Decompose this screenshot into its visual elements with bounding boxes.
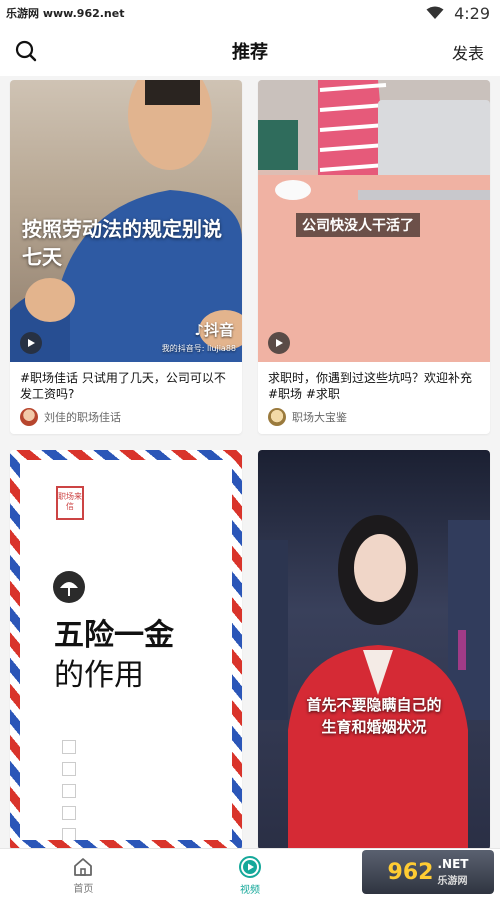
video-caption[interactable]: #职场佳话 只试用了几天，公司可以不发工资吗?	[10, 362, 242, 404]
page-title: 推荐	[232, 42, 268, 63]
video-thumbnail[interactable]: 职场来信 五险一金 的作用	[10, 450, 242, 848]
status-time: 4:29	[454, 3, 490, 23]
tab-label: 首页	[73, 883, 94, 895]
city-presenter-illustration	[258, 515, 490, 848]
avatar	[268, 408, 286, 426]
platform-id: 我的抖音号: liujia88	[161, 344, 236, 353]
video-thumbnail[interactable]: 公司快没人干活了	[258, 80, 490, 362]
top-bar: 推荐 发表	[0, 26, 500, 76]
home-icon	[74, 857, 93, 876]
platform-logo-label: 抖音	[203, 321, 234, 339]
search-icon[interactable]	[14, 39, 38, 63]
author-name: 职场大宝鉴	[292, 411, 347, 424]
avatar	[20, 408, 38, 426]
feed-grid: 按照劳动法的规定别说七天 ♪抖音 我的抖音号: liujia88 #职场佳话 只…	[0, 80, 500, 848]
stamp: 职场来信	[56, 486, 84, 520]
video-thumbnail[interactable]: 按照劳动法的规定别说七天 ♪抖音 我的抖音号: liujia88	[10, 80, 242, 362]
tab-label: 视频	[240, 884, 260, 896]
author-row[interactable]: 职场大宝鉴	[258, 404, 490, 434]
video-card[interactable]: 首先不要隐瞒自己的 生育和婚姻状况	[258, 450, 490, 848]
author-row[interactable]: 刘佳的职场佳话	[10, 404, 242, 434]
watermark-net: .NET	[437, 857, 469, 871]
wifi-icon	[426, 6, 444, 19]
tab-home[interactable]: 首页	[0, 849, 167, 901]
video-play-icon	[239, 855, 261, 878]
watermark-sub: 乐游网	[437, 876, 468, 887]
platform-logo: ♪抖音	[194, 319, 234, 340]
overlay-line-2: 生育和婚姻状况	[321, 718, 427, 736]
video-card[interactable]: 职场来信 五险一金 的作用	[10, 450, 242, 848]
publish-button[interactable]: 发表	[452, 40, 484, 64]
watermark-962: 962	[387, 859, 434, 885]
video-caption[interactable]: 求职时，你遇到过这些坑吗？欢迎补充#职场 #求职	[258, 362, 490, 404]
music-note-icon: ♪	[194, 321, 204, 339]
author-name: 刘佳的职场佳话	[44, 411, 121, 424]
video-thumbnail[interactable]: 首先不要隐瞒自己的 生育和婚姻状况	[258, 450, 490, 848]
status-bar: 乐游网 www.962.net 4:29	[0, 0, 500, 26]
video-overlay-text: 首先不要隐瞒自己的 生育和婚姻状况	[258, 694, 490, 738]
video-card[interactable]: 公司快没人干活了 求职时，你遇到过这些坑吗？欢迎补充#职场 #求职 职场大宝鉴	[258, 80, 490, 434]
headline-primary: 五险一金	[54, 618, 174, 653]
decor-boxes	[62, 740, 76, 840]
video-overlay-text: 公司快没人干活了	[296, 213, 420, 237]
stamp-text: 职场来信	[58, 492, 82, 511]
tab-video[interactable]: 视频	[167, 849, 334, 901]
play-icon[interactable]	[268, 332, 290, 354]
video-card[interactable]: 按照劳动法的规定别说七天 ♪抖音 我的抖音号: liujia88 #职场佳话 只…	[10, 80, 242, 434]
umbrella-icon	[53, 571, 85, 603]
video-overlay-text: 按照劳动法的规定别说七天	[22, 217, 222, 269]
status-right: 4:29	[426, 4, 490, 23]
play-icon[interactable]	[20, 332, 42, 354]
site-watermark: 962 .NET 乐游网	[362, 850, 494, 894]
overlay-line-1: 首先不要隐瞒自己的	[306, 696, 442, 714]
status-source: 乐游网 www.962.net	[6, 7, 125, 20]
headline-secondary: 的作用	[54, 658, 144, 693]
